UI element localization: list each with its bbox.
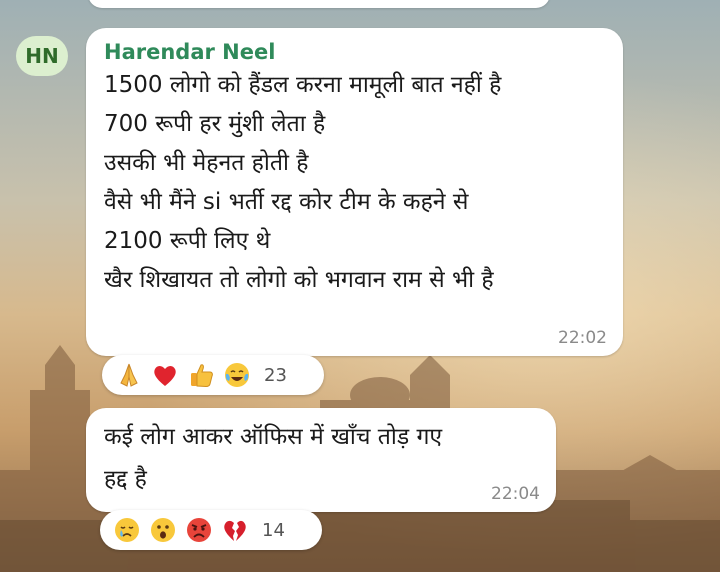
astonished-face-icon [148,515,178,545]
message-line: 1500 लोगो को हैंडल करना मामूली बात नहीं … [104,72,502,98]
red-heart-icon [150,360,180,390]
broken-heart-icon [220,515,250,545]
thumbs-up-icon [186,360,216,390]
sender-name[interactable]: Harendar Neel [104,38,607,66]
message-timestamp: 22:04 [491,484,540,504]
reaction-count: 14 [262,519,285,541]
avatar-initials: HN [25,44,59,68]
message-line: हद्द है [104,466,147,492]
message-line: वैसे भी मैंने si भर्ती रद्द कोर टीम के क… [104,189,469,215]
reaction-count: 23 [264,364,287,386]
angry-face-icon [184,515,214,545]
avatar[interactable]: HN [16,36,68,76]
tears-of-joy-icon [222,360,252,390]
message-timestamp: 22:02 [558,328,607,348]
message-line: खैर शिखायत तो लोगो को भगवान राम से भी है [104,267,494,293]
message-line: कई लोग आकर ऑफिस में खाँच तोड़ गए [104,424,443,450]
message-line: 2100 रूपी लिए थे [104,228,271,254]
reactions-bar[interactable]: 23 [102,355,324,395]
message-bubble[interactable]: कई लोग आकर ऑफिस में खाँच तोड़ गए हद्द है… [86,408,556,512]
reactions-bar[interactable]: 14 [100,510,322,550]
folded-hands-icon [114,360,144,390]
message-bubble[interactable]: Harendar Neel 1500 लोगो को हैंडल करना मा… [86,28,623,356]
message-line: 700 रूपी हर मुंशी लेता है [104,111,326,137]
crying-face-icon [112,515,142,545]
message-line: उसकी भी मेहनत होती है [104,150,309,176]
previous-message-bubble[interactable] [88,0,550,8]
